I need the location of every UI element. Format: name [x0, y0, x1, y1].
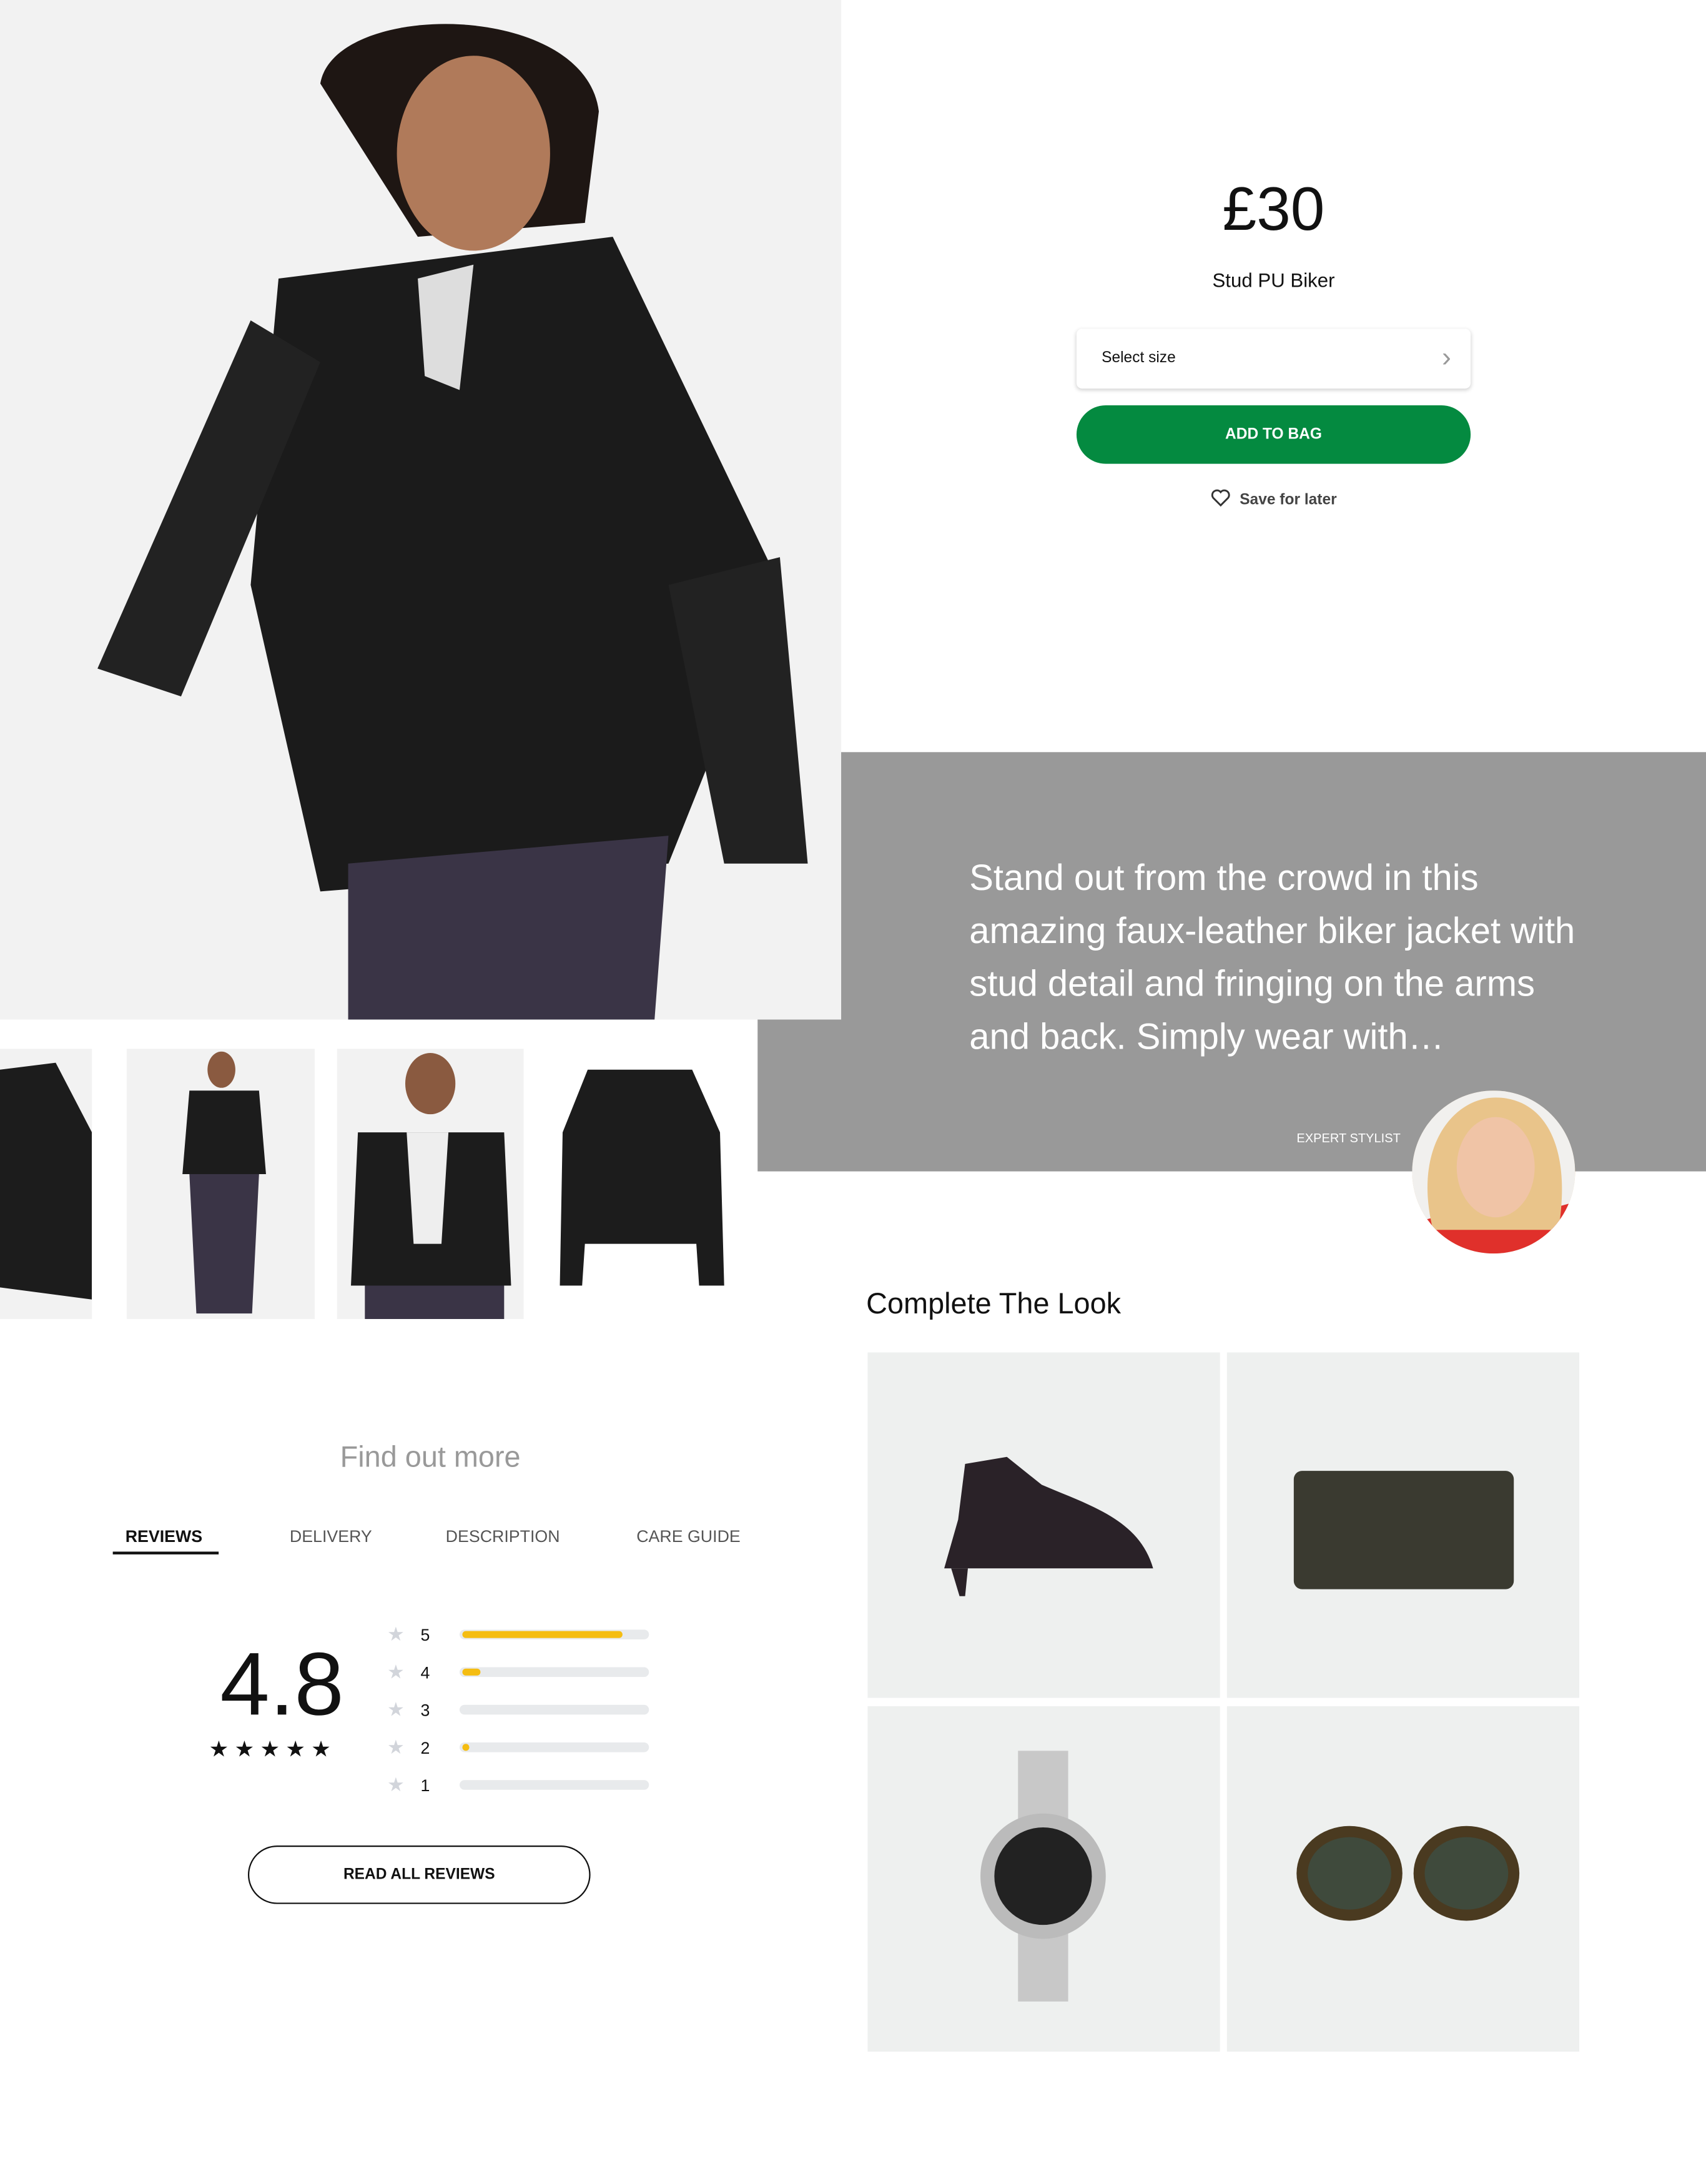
- rating-bar-fill: [462, 1668, 481, 1676]
- stylist-avatar: [1412, 1090, 1575, 1254]
- star-icon: ★: [387, 1660, 405, 1683]
- expert-stylist-label: EXPERT STYLIST: [1296, 1130, 1401, 1145]
- look-item-ankle-boot[interactable]: [867, 1352, 1220, 1698]
- star-icon: ★: [387, 1697, 405, 1721]
- chevron-right-icon: ›: [1441, 342, 1451, 373]
- thumbnail-4[interactable]: [546, 1049, 736, 1319]
- heart-icon: [1210, 489, 1240, 508]
- read-all-reviews-button[interactable]: READ ALL REVIEWS: [247, 1846, 591, 1904]
- rating-bar: [459, 1629, 649, 1639]
- tab-care-guide[interactable]: CARE GUIDE: [636, 1526, 741, 1546]
- rating-bar: [459, 1704, 649, 1715]
- rating-row-stars: 3: [420, 1701, 430, 1721]
- tab-description[interactable]: DESCRIPTION: [446, 1526, 560, 1546]
- rating-row-stars: 5: [420, 1625, 430, 1645]
- rating-bar: [459, 1780, 649, 1790]
- size-select[interactable]: Select size ›: [1076, 329, 1471, 389]
- save-for-later-button[interactable]: Save for later: [1077, 489, 1471, 508]
- product-price: £30: [1222, 175, 1325, 244]
- rating-row-stars: 2: [420, 1738, 430, 1758]
- active-tab-underline: [112, 1551, 219, 1554]
- rating-bar: [459, 1667, 649, 1678]
- thumbnail-1[interactable]: [0, 1049, 92, 1319]
- thumbnail-3[interactable]: [337, 1049, 524, 1319]
- tab-reviews[interactable]: REVIEWS: [126, 1526, 202, 1546]
- rating-row-stars: 4: [420, 1663, 430, 1683]
- rating-bar-fill: [462, 1631, 623, 1638]
- find-out-more-heading: Find out more: [340, 1441, 521, 1474]
- size-select-label: Select size: [1102, 349, 1176, 367]
- look-item-purse[interactable]: [1226, 1352, 1580, 1698]
- complete-the-look-heading: Complete The Look: [866, 1288, 1122, 1321]
- rating-stars-icon: ★★★★★: [209, 1738, 337, 1762]
- stylist-quote: Stand out from the crowd in this amazing…: [969, 856, 1575, 1057]
- thumbnail-2[interactable]: [126, 1049, 315, 1319]
- product-title: Stud PU Biker: [1212, 269, 1335, 292]
- look-item-watch[interactable]: [867, 1706, 1220, 2052]
- product-main-image[interactable]: [0, 0, 842, 1020]
- star-icon: ★: [387, 1773, 405, 1796]
- look-item-sunglasses[interactable]: [1226, 1706, 1580, 2052]
- average-rating: 4.8: [220, 1634, 344, 1734]
- rating-bar-fill: [462, 1744, 470, 1751]
- rating-row-stars: 1: [420, 1776, 430, 1796]
- star-icon: ★: [387, 1623, 405, 1645]
- rating-bar: [459, 1742, 649, 1752]
- star-icon: ★: [387, 1735, 405, 1758]
- save-for-later-label: Save for later: [1240, 492, 1337, 509]
- add-to-bag-button[interactable]: ADD TO BAG: [1076, 405, 1471, 464]
- tab-delivery[interactable]: DELIVERY: [290, 1526, 372, 1546]
